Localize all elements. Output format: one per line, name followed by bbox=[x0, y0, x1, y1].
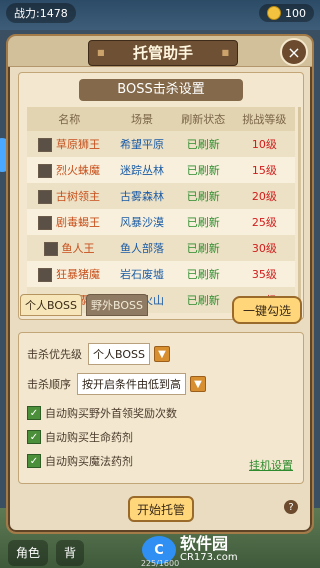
boss-name: 草原狮王 bbox=[55, 138, 100, 151]
auto-magic-potion-label: 自动购买魔法药剂 bbox=[45, 455, 133, 468]
exp-indicator: 225/1600 bbox=[140, 559, 180, 568]
check-icon[interactable]: ✓ bbox=[27, 406, 41, 420]
boss-level: 35级 bbox=[233, 261, 295, 287]
boss-level: 10级 bbox=[233, 131, 295, 157]
header-name: 名称 bbox=[27, 107, 112, 131]
close-icon: × bbox=[287, 42, 301, 62]
dropdown-icon[interactable]: ▼ bbox=[190, 376, 206, 392]
coin-value: 100 bbox=[285, 6, 306, 20]
table-scrollbar[interactable] bbox=[298, 107, 301, 309]
auto-life-potion-row[interactable]: ✓ 自动购买生命药剂 bbox=[27, 429, 133, 445]
boss-status: 已刷新 bbox=[172, 287, 234, 313]
boss-row[interactable]: 狂暴猪魔 岩石废墟 已刷新 35级 bbox=[27, 261, 295, 287]
boss-name: 狂暴猪魔 bbox=[55, 268, 100, 281]
boss-name: 古树领主 bbox=[55, 190, 100, 203]
check-icon[interactable]: ✓ bbox=[27, 430, 41, 444]
tab-field-boss[interactable]: 野外BOSS bbox=[85, 294, 148, 316]
close-button[interactable]: × bbox=[280, 38, 308, 66]
auto-helper-panel: 托管助手 × BOSS击杀设置 名称 场景 刷新状态 挑战等级 草原狮王希望平原… bbox=[6, 34, 314, 534]
boss-level: 30级 bbox=[233, 235, 295, 261]
auto-life-potion-label: 自动购买生命药剂 bbox=[45, 431, 133, 444]
header-place: 场景 bbox=[111, 107, 173, 131]
boss-row[interactable]: 剧毒蝎王 风暴沙漠 已刷新 25级 bbox=[27, 209, 295, 235]
boss-status: 已刷新 bbox=[172, 209, 234, 235]
coin-display: 100 bbox=[259, 4, 314, 22]
boss-tabs: 个人BOSS 野外BOSS bbox=[20, 294, 148, 316]
boss-row[interactable]: 古树领主 古雾森林 已刷新 20级 bbox=[27, 183, 295, 209]
boss-status: 已刷新 bbox=[172, 235, 234, 261]
checkbox-icon[interactable] bbox=[38, 216, 53, 230]
checkbox-icon[interactable] bbox=[38, 190, 53, 204]
boss-status: 已刷新 bbox=[172, 183, 234, 209]
boss-name: 烈火蛛魔 bbox=[55, 164, 100, 177]
panel-title: 托管助手 bbox=[88, 40, 238, 66]
boss-status: 已刷新 bbox=[172, 261, 234, 287]
boss-status: 已刷新 bbox=[172, 157, 234, 183]
boss-place: 古雾森林 bbox=[111, 183, 173, 209]
boss-settings-panel: BOSS击杀设置 名称 场景 刷新状态 挑战等级 草原狮王 希望平原 已刷新 10级 … bbox=[18, 72, 304, 320]
auto-field-reward-row[interactable]: ✓ 自动购买野外首领奖励次数 bbox=[27, 405, 177, 421]
check-icon[interactable]: ✓ bbox=[27, 454, 41, 468]
auto-magic-potion-row[interactable]: ✓ 自动购买魔法药剂 bbox=[27, 453, 133, 469]
boss-place: 岩石废墟 bbox=[111, 261, 173, 287]
boss-settings-title: BOSS击杀设置 bbox=[79, 79, 243, 101]
top-status-bar: 战力:1478 100 bbox=[0, 0, 320, 26]
tab-personal-boss[interactable]: 个人BOSS bbox=[20, 294, 82, 316]
priority-row: 击杀优先级 个人BOSS ▼ bbox=[27, 343, 170, 365]
help-icon[interactable]: ? bbox=[284, 500, 298, 514]
dropdown-icon[interactable]: ▼ bbox=[153, 346, 170, 362]
auto-field-reward-label: 自动购买野外首领奖励次数 bbox=[45, 407, 177, 420]
boss-row[interactable]: 鱼人王 鱼人部落 已刷新 30级 bbox=[27, 235, 295, 261]
boss-place: 迷踪丛林 bbox=[111, 157, 173, 183]
start-auto-button[interactable]: 开始托管 bbox=[128, 496, 194, 522]
select-all-button[interactable]: 一键勾选 bbox=[232, 296, 302, 324]
kill-settings: 击杀优先级 个人BOSS ▼ 击杀顺序 按开启条件由低到高 ▼ ✓ 自动购买野外… bbox=[18, 332, 304, 484]
hang-settings-link[interactable]: 挂机设置 bbox=[249, 457, 293, 473]
coin-icon bbox=[267, 6, 281, 20]
checkbox-icon[interactable] bbox=[38, 268, 53, 282]
priority-value: 个人BOSS bbox=[88, 343, 150, 365]
header-level: 挑战等级 bbox=[233, 107, 295, 131]
order-value: 按开启条件由低到高 bbox=[77, 373, 186, 395]
fight-power: 战力:1478 bbox=[6, 3, 76, 23]
boss-name: 剧毒蝎王 bbox=[55, 216, 100, 229]
boss-place: 风暴沙漠 bbox=[111, 209, 173, 235]
watermark-brand: 软件园 bbox=[180, 534, 229, 554]
order-row: 击杀顺序 按开启条件由低到高 ▼ bbox=[27, 373, 206, 395]
boss-row[interactable]: 烈火蛛魔 迷踪丛林 已刷新 15级 bbox=[27, 157, 295, 183]
boss-status: 已刷新 bbox=[172, 131, 234, 157]
boss-level: 25级 bbox=[233, 209, 295, 235]
header-status: 刷新状态 bbox=[172, 107, 234, 131]
order-select[interactable]: 按开启条件由低到高 ▼ bbox=[77, 373, 206, 395]
order-label: 击杀顺序 bbox=[27, 378, 71, 391]
boss-level: 15级 bbox=[233, 157, 295, 183]
boss-table: 名称 场景 刷新状态 挑战等级 草原狮王 希望平原 已刷新 10级 烈火蛛魔 迷踪丛林已… bbox=[27, 107, 295, 313]
checkbox-icon[interactable] bbox=[38, 138, 53, 152]
boss-row[interactable]: 草原狮王 希望平原 已刷新 10级 bbox=[27, 131, 295, 157]
priority-select[interactable]: 个人BOSS ▼ bbox=[88, 343, 170, 365]
boss-place: 希望平原 bbox=[111, 131, 173, 157]
boss-place: 鱼人部落 bbox=[111, 235, 173, 261]
checkbox-icon[interactable] bbox=[38, 164, 53, 178]
boss-level: 20级 bbox=[233, 183, 295, 209]
checkbox-icon[interactable] bbox=[43, 242, 58, 256]
priority-label: 击杀优先级 bbox=[27, 348, 82, 361]
boss-name: 鱼人王 bbox=[61, 242, 95, 255]
